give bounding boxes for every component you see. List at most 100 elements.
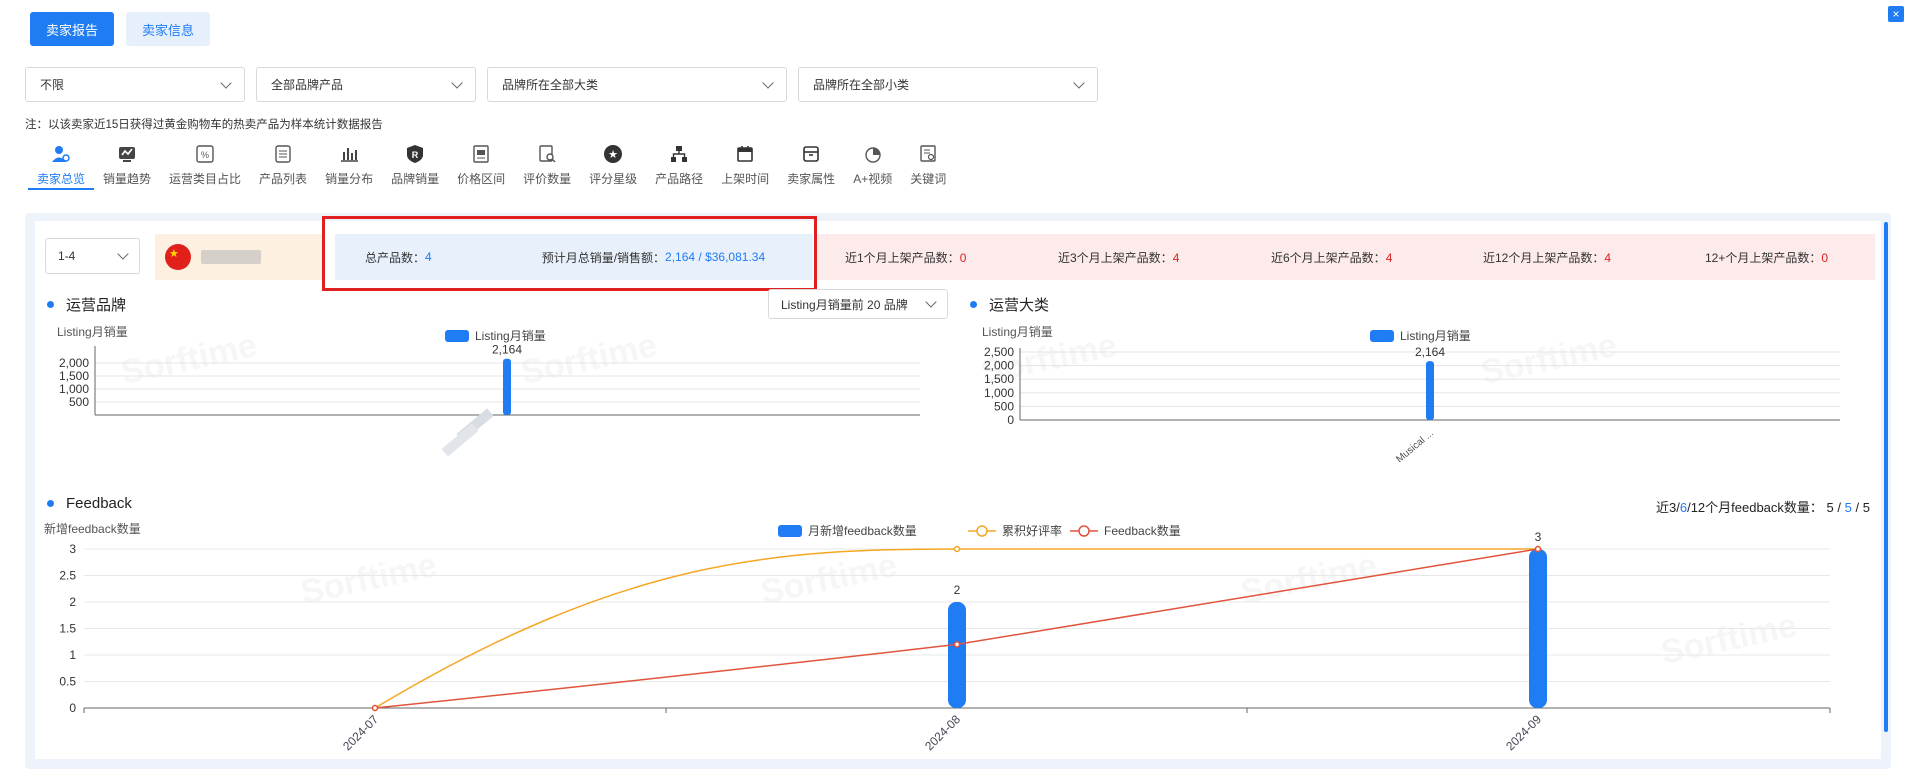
- tab-label: 产品列表: [259, 172, 308, 186]
- y-tick-label: 0: [1007, 413, 1014, 427]
- category-filter-select[interactable]: 品牌所在全部大类: [487, 67, 787, 102]
- y-axis-label: Listing月销量: [57, 325, 128, 339]
- tab-rating-stars[interactable]: ★ 评分星级: [580, 142, 646, 190]
- tab-brand-sales[interactable]: R 品牌销量: [382, 142, 448, 190]
- tab-sales-distribution[interactable]: 销量分布: [316, 142, 382, 190]
- vertical-scrollbar[interactable]: [1884, 222, 1888, 732]
- seller-info-button[interactable]: 卖家信息: [126, 12, 211, 46]
- feedback-chart: 新增feedback数量 月新增feedback数量 累积好评率 Feedback数量…: [44, 521, 1831, 753]
- x-tick-label: Musical ...: [1394, 428, 1436, 465]
- legend-swatch: [778, 525, 802, 537]
- review-search-icon: [537, 144, 557, 164]
- y-tick-label: 1,500: [59, 369, 89, 383]
- tab-label: 销量趋势: [103, 172, 152, 186]
- bar: [1529, 549, 1547, 708]
- user-icon: [51, 144, 71, 164]
- stats-row: 1-4 总产品数： 4 预计月总销量/销售额： 2,164 / $36,081.…: [45, 234, 1875, 280]
- y-tick-label: 0.5: [59, 675, 76, 689]
- tab-label: 运营类目占比: [169, 172, 242, 186]
- legend-label: 月新增feedback数量: [808, 523, 917, 538]
- brand-section-title: 运营品牌: [47, 294, 126, 315]
- legend-label: 累积好评率: [1002, 523, 1062, 538]
- time-filter-select[interactable]: 不限: [25, 67, 245, 102]
- chevron-down-icon: [117, 248, 129, 260]
- brand-top-select[interactable]: Listing月销量前 20 品牌: [768, 289, 948, 319]
- chevron-down-icon: [451, 76, 463, 89]
- y-tick-label: 2,000: [59, 356, 89, 370]
- brand-filter-value: 全部品牌产品: [271, 78, 344, 92]
- recent-1m: 近1个月上架产品数：0: [845, 250, 967, 265]
- y-axis-label: 新增feedback数量: [44, 521, 141, 536]
- keyword-icon: [918, 144, 938, 164]
- legend-marker: [1078, 525, 1090, 537]
- tab-aplus-video[interactable]: A+视频: [844, 142, 901, 190]
- series-point: [1534, 545, 1542, 553]
- bullet-dot: [47, 301, 54, 308]
- y-tick-label: 1,500: [984, 372, 1014, 386]
- tab-label: 产品路径: [655, 172, 704, 186]
- subcategory-filter-value: 品牌所在全部小类: [813, 78, 910, 92]
- recent-12plus: 12+个月上架产品数：0: [1705, 250, 1829, 265]
- legend-label: Listing月销量: [1400, 329, 1471, 343]
- brand-r-icon: R: [405, 144, 425, 164]
- tab-sales-trend[interactable]: 销量趋势: [94, 142, 160, 190]
- y-tick-label: 1,000: [984, 386, 1014, 400]
- close-button[interactable]: ×: [1888, 6, 1904, 22]
- tab-keywords[interactable]: 关键词: [901, 142, 955, 190]
- tab-listing-time[interactable]: 上架时间: [712, 142, 778, 190]
- monthly-sales-value: 2,164 / $36,081.34: [665, 250, 766, 264]
- seller-report-button[interactable]: 卖家报告: [30, 12, 115, 46]
- feedback-section-title: Feedback: [47, 495, 132, 512]
- seller-name-blurred: [201, 250, 261, 264]
- legend-swatch: [1370, 330, 1394, 342]
- brand-sales-chart: Listing月销量 Listing月销量 5001,0001,5002,000 2,…: [57, 325, 920, 457]
- tab-category-share[interactable]: % 运营类目占比: [160, 142, 250, 190]
- x-tick-label: 2024-09: [1503, 712, 1544, 753]
- tab-label: 关键词: [910, 172, 947, 186]
- tab-label: A+视频: [853, 172, 893, 186]
- summary-box: 总产品数： 4 预计月总销量/销售额： 2,164 / $36,081.34: [335, 234, 813, 280]
- feedback-count-6m: 5: [1844, 500, 1852, 515]
- recent-12m: 近12个月上架产品数：4: [1483, 250, 1612, 265]
- tab-price-range[interactable]: 价格区间: [448, 142, 514, 190]
- y-tick-label: 2: [69, 595, 76, 609]
- sample-note: 注：以该卖家近15日获得过黄金购物车的热卖产品为样本统计数据报告: [25, 119, 383, 131]
- seller-identity: [155, 234, 325, 280]
- feedback-count-3m: 5: [1826, 500, 1834, 515]
- tab-seller-overview[interactable]: 卖家总览: [28, 142, 95, 190]
- category-section-title: 运营大类: [970, 294, 1049, 315]
- subcategory-filter-select[interactable]: 品牌所在全部小类: [798, 67, 1098, 102]
- tab-seller-attributes[interactable]: 卖家属性: [778, 142, 844, 190]
- y-tick-label: 0: [69, 701, 76, 715]
- tab-product-path[interactable]: 产品路径: [646, 142, 712, 190]
- tree-icon: [669, 144, 689, 164]
- bar-chart-icon: [339, 144, 359, 164]
- price-icon: [471, 144, 491, 164]
- star-icon: ★: [603, 144, 623, 164]
- bar: [1426, 361, 1434, 420]
- bullet-dot: [970, 301, 977, 308]
- range-select[interactable]: 1-4: [45, 238, 140, 274]
- tab-label: 卖家属性: [787, 172, 836, 186]
- percent-icon: %: [195, 144, 215, 164]
- y-tick-label: 2.5: [59, 569, 76, 583]
- tab-label: 卖家总览: [37, 172, 86, 186]
- china-flag-icon: [165, 244, 191, 270]
- tab-review-count[interactable]: 评价数量: [514, 142, 580, 190]
- tab-label: 品牌销量: [391, 172, 440, 186]
- svg-text:R: R: [412, 150, 419, 160]
- tab-label: 上架时间: [721, 172, 770, 186]
- brand-filter-select[interactable]: 全部品牌产品: [256, 67, 476, 102]
- tab-product-list[interactable]: 产品列表: [250, 142, 316, 190]
- bar-data-label: 2,164: [1415, 345, 1445, 359]
- series-point: [953, 641, 961, 648]
- y-tick-label: 1,000: [59, 382, 89, 396]
- tab-label: 价格区间: [457, 172, 506, 186]
- top-button-group: 卖家报告 卖家信息: [30, 12, 211, 46]
- chevron-down-icon: [762, 76, 774, 89]
- trend-icon: [117, 144, 137, 164]
- svg-text:%: %: [201, 150, 209, 160]
- monthly-sales-label: 预计月总销量/销售额：: [541, 250, 666, 265]
- legend-label: Listing月销量: [475, 329, 546, 343]
- tab-label: 评分星级: [589, 172, 638, 186]
